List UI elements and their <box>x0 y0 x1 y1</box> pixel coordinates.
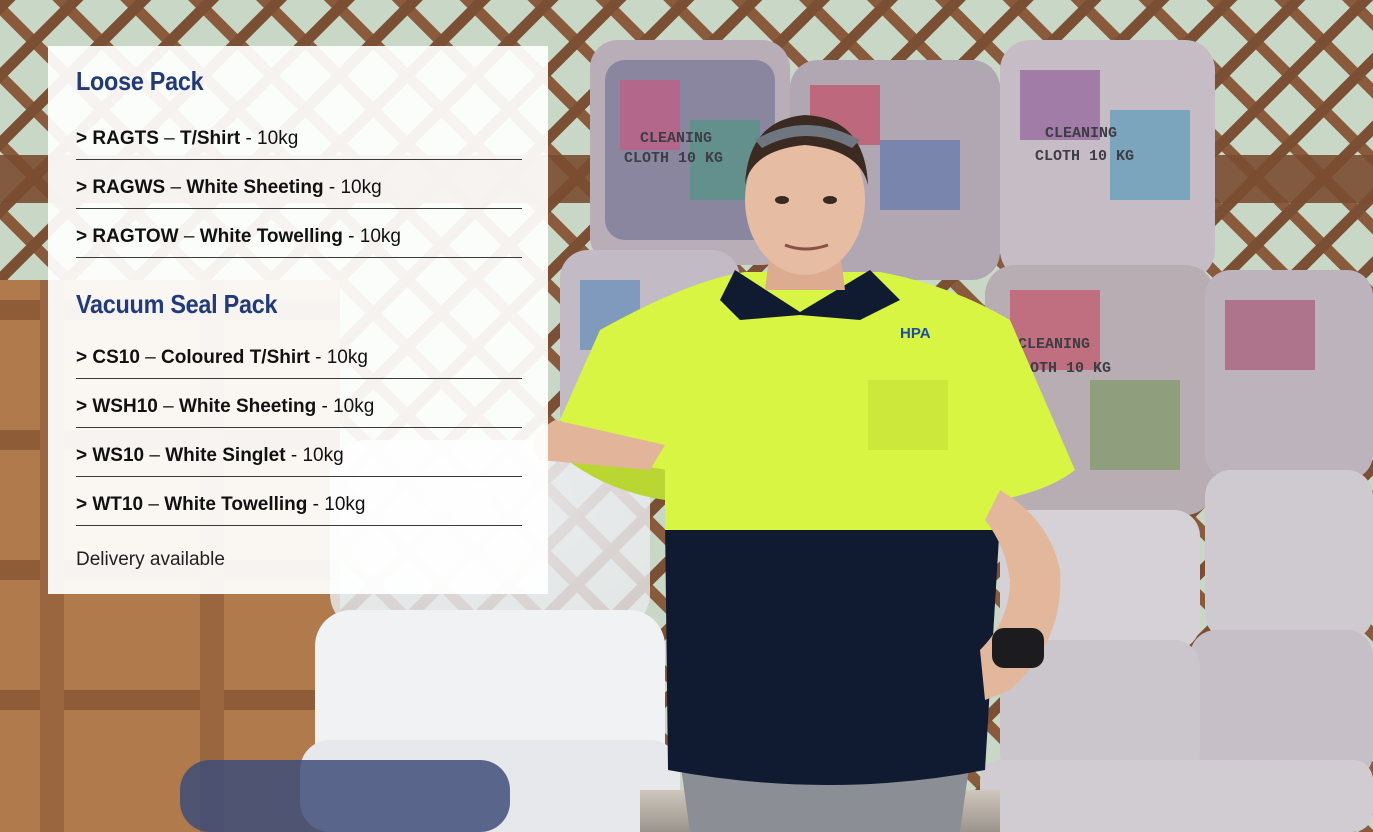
bag-label-2-line1: CLEANING <box>1045 125 1117 142</box>
bag-label-2-line2: CLOTH 10 KG <box>1035 148 1134 165</box>
list-item[interactable]: > WS10 – White Singlet - 10kg <box>76 436 522 477</box>
hero-banner: CLEANING CLOTH 10 KG CLEANING CLOTH 10 K… <box>0 0 1373 832</box>
shirt-logo: HPA <box>900 325 931 342</box>
list-item[interactable]: > CS10 – Coloured T/Shirt - 10kg <box>76 338 522 379</box>
list-item[interactable]: > WT10 – White Towelling - 10kg <box>76 485 522 526</box>
delivery-note: Delivery available <box>76 549 225 570</box>
bag-label-1-line2: CLOTH 10 KG <box>624 150 723 167</box>
section-title-loose-pack: Loose Pack <box>76 66 204 96</box>
bag-label-1-line1: CLEANING <box>640 130 712 147</box>
bag-label-3-line1: CLEANING <box>1018 336 1090 353</box>
list-item[interactable]: > RAGTOW – White Towelling - 10kg <box>76 217 522 258</box>
list-item[interactable]: > WSH10 – White Sheeting - 10kg <box>76 387 522 428</box>
list-item[interactable]: > RAGWS – White Sheeting - 10kg <box>76 168 522 209</box>
section-title-vacuum-seal-pack: Vacuum Seal Pack <box>76 289 278 319</box>
product-list-panel: Loose Pack > RAGTS – T/Shirt - 10kg > RA… <box>48 46 548 594</box>
list-item[interactable]: > RAGTS – T/Shirt - 10kg <box>76 119 522 160</box>
